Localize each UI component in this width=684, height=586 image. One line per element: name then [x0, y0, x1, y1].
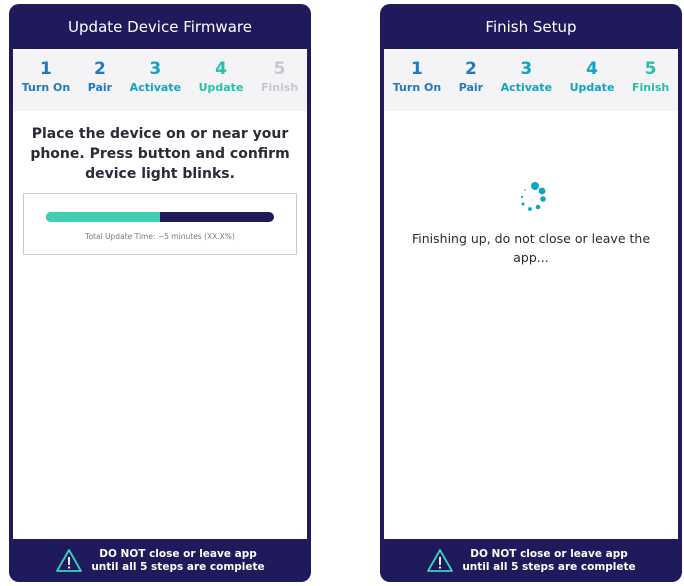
screen-title: Finish Setup: [485, 17, 577, 36]
warning-triangle-icon: [427, 548, 454, 572]
step-number: 3: [520, 59, 533, 79]
step-activate: 3 Activate: [130, 59, 181, 95]
warning-line-1: DO NOT close or leave app: [470, 547, 628, 560]
warning-triangle-icon: [56, 548, 83, 572]
step-number: 2: [93, 59, 106, 79]
progress-text: Total Update Time: ~5 minutes (XX.X%): [85, 232, 235, 241]
step-finish: 5 Finish: [632, 59, 669, 95]
step-turn-on: 1 Turn On: [393, 59, 441, 95]
finishing-message: Finishing up, do not close or leave the …: [411, 231, 651, 265]
step-pair: 2 Pair: [88, 59, 112, 95]
step-turn-on: 1 Turn On: [22, 59, 70, 95]
step-indicator: 1 Turn On 2 Pair 3 Activate 4 Update 5 F…: [13, 49, 307, 111]
update-progress-card: Total Update Time: ~5 minutes (XX.X%): [23, 193, 297, 255]
step-label: Turn On: [392, 81, 442, 94]
warning-line-2: until all 5 steps are complete: [91, 560, 265, 573]
warning-line-1: DO NOT close or leave app: [99, 547, 257, 560]
step-pair: 2 Pair: [459, 59, 483, 95]
loading-spinner-icon: [520, 182, 546, 211]
step-label: Update: [198, 81, 244, 94]
step-update: 4 Update: [570, 59, 615, 95]
content-panel: 1 Turn On 2 Pair 3 Activate 4 Update 5 F…: [384, 49, 678, 539]
screen-title: Update Device Firmware: [68, 17, 252, 36]
step-label: Finish: [631, 81, 670, 94]
step-label: Activate: [129, 81, 182, 94]
step-number: 5: [644, 59, 657, 79]
step-number: 1: [411, 59, 423, 79]
progress-bar: [46, 212, 274, 222]
warning-text: DO NOT close or leave app until all 5 st…: [91, 548, 264, 574]
content-panel: 1 Turn On 2 Pair 3 Activate 4 Update 5 F…: [13, 49, 307, 539]
step-label: Pair: [87, 81, 113, 94]
warning-footer: DO NOT close or leave app until all 5 st…: [9, 539, 311, 582]
step-label: Pair: [458, 81, 484, 94]
step-label: Turn On: [21, 81, 71, 94]
step-number: 4: [586, 59, 598, 79]
step-number: 1: [40, 59, 52, 79]
step-label: Update: [569, 81, 615, 94]
finish-setup-screen: Finish Setup 1 Turn On 2 Pair 3 Activate…: [380, 4, 682, 582]
instruction-text: Place the device on or near your phone. …: [30, 126, 290, 182]
step-number: 4: [215, 59, 227, 79]
warning-text: DO NOT close or leave app until all 5 st…: [462, 548, 635, 574]
step-finish: 5 Finish: [261, 59, 298, 95]
step-number: 5: [273, 59, 286, 79]
warning-line-2: until all 5 steps are complete: [462, 560, 636, 573]
progress-bar-fill: [46, 212, 160, 222]
step-update: 4 Update: [199, 59, 244, 95]
step-indicator: 1 Turn On 2 Pair 3 Activate 4 Update 5 F…: [384, 49, 678, 111]
step-number: 2: [464, 59, 477, 79]
step-number: 3: [149, 59, 162, 79]
warning-footer: DO NOT close or leave app until all 5 st…: [380, 539, 682, 582]
step-activate: 3 Activate: [501, 59, 552, 95]
step-label: Finish: [260, 81, 299, 94]
step-label: Activate: [500, 81, 553, 94]
update-firmware-screen: Update Device Firmware 1 Turn On 2 Pair …: [9, 4, 311, 582]
